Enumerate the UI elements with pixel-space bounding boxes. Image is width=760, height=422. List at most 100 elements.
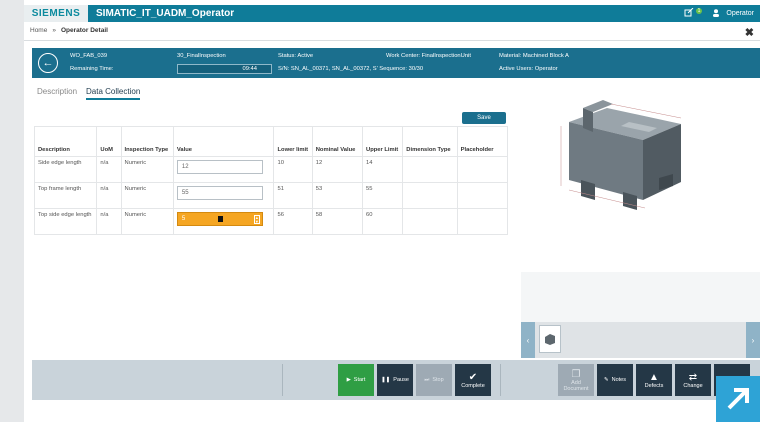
start-button[interactable]: ▶ Start: [338, 364, 374, 396]
stop-button[interactable]: ⏭ Stop: [416, 364, 452, 396]
top-right-area: 1 Operator: [684, 5, 754, 22]
tab-data-collection[interactable]: Data Collection: [86, 87, 141, 100]
cell-upper-limit: 55: [362, 182, 404, 209]
detail-tabs: Description Data Collection: [37, 87, 141, 100]
breadcrumb-separator: »: [52, 27, 56, 34]
change-button[interactable]: ⇄ Change: [675, 364, 711, 396]
save-button[interactable]: Save: [462, 112, 506, 124]
data-collection-table: Description UoM Inspection Type Value Lo…: [33, 126, 509, 235]
breadcrumb: Home » Operator Detail: [30, 27, 108, 34]
status-text: Status: Active: [278, 53, 314, 59]
user-name[interactable]: Operator: [726, 10, 754, 17]
cell-lower-limit: 51: [273, 182, 313, 209]
tab-description[interactable]: Description: [37, 87, 77, 100]
chevron-left-icon[interactable]: ‹: [521, 322, 535, 358]
cell-inspection-type: Numeric: [120, 182, 174, 209]
value-input[interactable]: 12: [176, 160, 263, 174]
cell-nominal: 12: [311, 156, 364, 183]
cell-value: 12: [172, 156, 275, 183]
column-header: Inspection Type: [120, 126, 174, 157]
divider: [24, 40, 760, 41]
cell-uom: n/a: [96, 156, 122, 183]
column-header: Description: [33, 126, 98, 157]
table-header-row: Description UoM Inspection Type Value Lo…: [33, 126, 509, 157]
divider: [500, 364, 501, 396]
cell-dimension-type: [402, 182, 458, 209]
edit-icon: ✎: [604, 377, 609, 383]
warning-icon: ▲: [649, 371, 659, 383]
app-title: SIMATIC_IT_UADM_Operator: [96, 8, 235, 19]
cell-dimension-type: [402, 208, 458, 235]
breadcrumb-current: Operator Detail: [60, 27, 108, 34]
part-3d-render[interactable]: [521, 82, 760, 272]
model-viewer: ‹ ›: [521, 82, 760, 358]
mouse-cursor-icon: [217, 216, 223, 222]
pause-button[interactable]: ❚❚ Pause: [377, 364, 413, 396]
cell-lower-limit: 56: [273, 208, 313, 235]
cell-uom: n/a: [96, 182, 122, 209]
stop-icon: ⏭: [424, 377, 430, 383]
column-header: Dimension Type: [402, 126, 458, 157]
cell-value: 55: [172, 182, 275, 209]
play-icon: ▶: [346, 377, 351, 383]
shuffle-icon: ⇄: [688, 371, 698, 383]
cell-placeholder: [456, 156, 509, 183]
cell-dimension-type: [402, 156, 458, 183]
remaining-time-label: Remaining Time:: [70, 66, 114, 72]
cell-description: Top side edge length: [33, 208, 98, 235]
thumbnail-bar: ‹ ›: [521, 322, 760, 358]
notification-badge: 1: [695, 7, 703, 14]
column-header: Upper Limit: [362, 126, 404, 157]
cell-lower-limit: 10: [273, 156, 313, 183]
spinner-icon[interactable]: ▲ ▼: [253, 215, 260, 224]
cell-uom: n/a: [96, 208, 122, 235]
order-header: ← WO_FAB_039 Remaining Time: 30_FinalIns…: [32, 48, 760, 78]
user-icon: [712, 8, 720, 19]
cell-upper-limit: 14: [362, 156, 404, 183]
defects-button[interactable]: ▲ Defects: [636, 364, 672, 396]
expand-arrow-icon[interactable]: [716, 376, 760, 422]
add-document-button[interactable]: ❐ Add Document: [558, 364, 594, 396]
table-row: Top side edge length n/a Numeric 5 ▲ ▼ 56…: [33, 208, 509, 235]
material: Material: Machined Block A: [499, 53, 569, 59]
notes-button[interactable]: ✎ Notes: [597, 364, 633, 396]
value-input-text: 5: [181, 216, 186, 222]
cell-description: Side edge length: [33, 156, 98, 183]
work-center: Work Center: FinalInspectionUnit: [386, 53, 471, 59]
app-window: SIEMENS SIMATIC_IT_UADM_Operator 1 Opera…: [24, 0, 760, 422]
column-header: Lower limit: [273, 126, 313, 157]
breadcrumb-home[interactable]: Home: [30, 27, 47, 34]
top-bar: SIEMENS SIMATIC_IT_UADM_Operator 1 Opera…: [24, 5, 760, 22]
document-icon: ❐: [571, 368, 581, 380]
work-order-id: WO_FAB_039: [70, 53, 108, 59]
complete-button[interactable]: ✔ Complete: [455, 364, 491, 396]
cell-placeholder: [456, 182, 509, 209]
column-header: Value: [172, 126, 275, 157]
value-input-active[interactable]: 5 ▲ ▼: [176, 212, 263, 226]
bottom-toolbar: ▶ Start ❚❚ Pause ⏭ Stop ✔ Complete ❐ Add Docu…: [32, 360, 760, 400]
serial-numbers: S/N: SN_AL_00371, SN_AL_00372, S’ Sequen…: [278, 66, 424, 72]
operation-name: 30_FinalInspection: [177, 53, 226, 59]
remaining-time-value: 09:44: [177, 64, 272, 74]
chevron-right-icon[interactable]: ›: [746, 322, 760, 358]
siemens-logo: SIEMENS: [24, 5, 88, 22]
column-header: Nominal Value: [311, 126, 364, 157]
cell-placeholder: [456, 208, 509, 235]
cell-upper-limit: 60: [362, 208, 404, 235]
cell-description: Top frame length: [33, 182, 98, 209]
active-users: Active Users: Operator: [499, 66, 558, 72]
close-icon[interactable]: ✖: [745, 26, 754, 39]
cell-inspection-type: Numeric: [120, 208, 174, 235]
checkmark-icon: ✔: [468, 371, 478, 383]
column-header: Placeholder: [456, 126, 509, 157]
cell-nominal: 53: [311, 182, 364, 209]
value-input[interactable]: 55: [176, 186, 263, 200]
table-row: Top frame length n/a Numeric 55 51 53 55: [33, 182, 509, 209]
pause-icon: ❚❚: [381, 377, 391, 383]
thumbnail-image[interactable]: [539, 325, 561, 353]
cell-inspection-type: Numeric: [120, 156, 174, 183]
table-row: Side edge length n/a Numeric 12 10 12 14: [33, 156, 509, 183]
cell-value: 5 ▲ ▼: [172, 208, 275, 235]
notifications-icon[interactable]: [684, 7, 694, 19]
back-arrow-icon[interactable]: ←: [38, 53, 58, 73]
